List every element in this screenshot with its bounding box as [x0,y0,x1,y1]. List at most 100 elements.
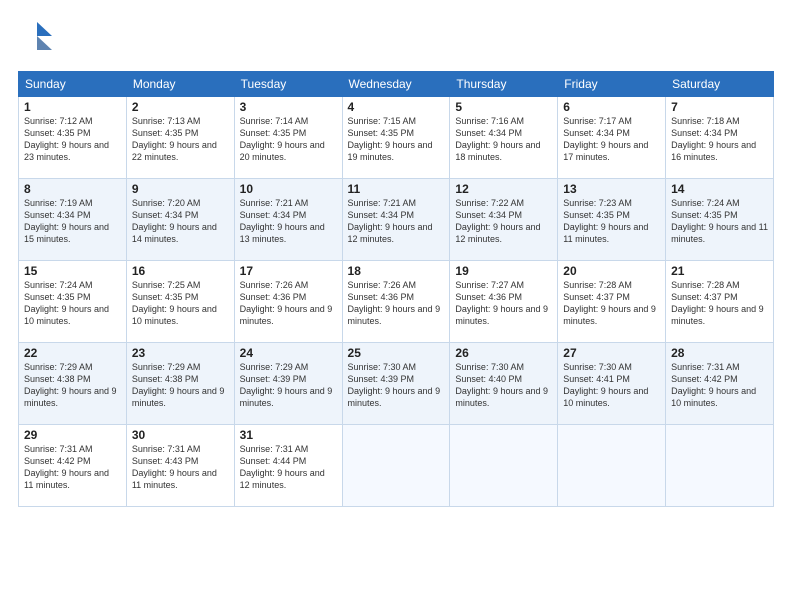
day-info: Sunrise: 7:27 AMSunset: 4:36 PMDaylight:… [455,279,552,328]
calendar-cell: 14Sunrise: 7:24 AMSunset: 4:35 PMDayligh… [666,179,774,261]
header [18,18,774,61]
calendar-week-4: 22Sunrise: 7:29 AMSunset: 4:38 PMDayligh… [19,343,774,425]
calendar-cell: 15Sunrise: 7:24 AMSunset: 4:35 PMDayligh… [19,261,127,343]
calendar-cell: 29Sunrise: 7:31 AMSunset: 4:42 PMDayligh… [19,425,127,507]
day-info: Sunrise: 7:26 AMSunset: 4:36 PMDaylight:… [348,279,445,328]
calendar-cell: 18Sunrise: 7:26 AMSunset: 4:36 PMDayligh… [342,261,450,343]
calendar-week-2: 8Sunrise: 7:19 AMSunset: 4:34 PMDaylight… [19,179,774,261]
calendar-cell: 4Sunrise: 7:15 AMSunset: 4:35 PMDaylight… [342,97,450,179]
logo-icon [18,18,56,56]
calendar-cell: 21Sunrise: 7:28 AMSunset: 4:37 PMDayligh… [666,261,774,343]
day-number: 18 [348,264,445,278]
day-info: Sunrise: 7:21 AMSunset: 4:34 PMDaylight:… [240,197,337,246]
calendar-cell: 8Sunrise: 7:19 AMSunset: 4:34 PMDaylight… [19,179,127,261]
calendar-cell: 27Sunrise: 7:30 AMSunset: 4:41 PMDayligh… [558,343,666,425]
day-number: 29 [24,428,121,442]
calendar-cell [342,425,450,507]
day-number: 17 [240,264,337,278]
day-info: Sunrise: 7:12 AMSunset: 4:35 PMDaylight:… [24,115,121,164]
calendar-header-wednesday: Wednesday [342,72,450,97]
day-info: Sunrise: 7:17 AMSunset: 4:34 PMDaylight:… [563,115,660,164]
day-info: Sunrise: 7:25 AMSunset: 4:35 PMDaylight:… [132,279,229,328]
calendar-cell: 20Sunrise: 7:28 AMSunset: 4:37 PMDayligh… [558,261,666,343]
day-info: Sunrise: 7:31 AMSunset: 4:42 PMDaylight:… [24,443,121,492]
day-number: 8 [24,182,121,196]
day-number: 15 [24,264,121,278]
day-info: Sunrise: 7:28 AMSunset: 4:37 PMDaylight:… [671,279,768,328]
calendar-header-monday: Monday [126,72,234,97]
day-info: Sunrise: 7:13 AMSunset: 4:35 PMDaylight:… [132,115,229,164]
day-number: 19 [455,264,552,278]
logo [18,18,60,61]
calendar-cell: 3Sunrise: 7:14 AMSunset: 4:35 PMDaylight… [234,97,342,179]
day-number: 16 [132,264,229,278]
day-number: 27 [563,346,660,360]
calendar-cell [558,425,666,507]
day-number: 13 [563,182,660,196]
day-info: Sunrise: 7:16 AMSunset: 4:34 PMDaylight:… [455,115,552,164]
calendar-cell: 12Sunrise: 7:22 AMSunset: 4:34 PMDayligh… [450,179,558,261]
day-number: 31 [240,428,337,442]
calendar-cell: 31Sunrise: 7:31 AMSunset: 4:44 PMDayligh… [234,425,342,507]
calendar-cell: 28Sunrise: 7:31 AMSunset: 4:42 PMDayligh… [666,343,774,425]
day-info: Sunrise: 7:18 AMSunset: 4:34 PMDaylight:… [671,115,768,164]
calendar-header-row: SundayMondayTuesdayWednesdayThursdayFrid… [19,72,774,97]
calendar-cell: 16Sunrise: 7:25 AMSunset: 4:35 PMDayligh… [126,261,234,343]
calendar-week-1: 1Sunrise: 7:12 AMSunset: 4:35 PMDaylight… [19,97,774,179]
day-info: Sunrise: 7:15 AMSunset: 4:35 PMDaylight:… [348,115,445,164]
calendar-cell: 6Sunrise: 7:17 AMSunset: 4:34 PMDaylight… [558,97,666,179]
day-info: Sunrise: 7:28 AMSunset: 4:37 PMDaylight:… [563,279,660,328]
day-info: Sunrise: 7:30 AMSunset: 4:40 PMDaylight:… [455,361,552,410]
day-number: 14 [671,182,768,196]
day-info: Sunrise: 7:22 AMSunset: 4:34 PMDaylight:… [455,197,552,246]
calendar-cell: 11Sunrise: 7:21 AMSunset: 4:34 PMDayligh… [342,179,450,261]
day-number: 12 [455,182,552,196]
calendar-header-saturday: Saturday [666,72,774,97]
calendar-cell: 1Sunrise: 7:12 AMSunset: 4:35 PMDaylight… [19,97,127,179]
calendar-cell: 19Sunrise: 7:27 AMSunset: 4:36 PMDayligh… [450,261,558,343]
day-number: 5 [455,100,552,114]
day-number: 28 [671,346,768,360]
day-number: 9 [132,182,229,196]
calendar-header-sunday: Sunday [19,72,127,97]
calendar-header-friday: Friday [558,72,666,97]
day-info: Sunrise: 7:14 AMSunset: 4:35 PMDaylight:… [240,115,337,164]
calendar-cell: 10Sunrise: 7:21 AMSunset: 4:34 PMDayligh… [234,179,342,261]
day-info: Sunrise: 7:29 AMSunset: 4:38 PMDaylight:… [132,361,229,410]
day-info: Sunrise: 7:31 AMSunset: 4:43 PMDaylight:… [132,443,229,492]
calendar-header-tuesday: Tuesday [234,72,342,97]
day-number: 30 [132,428,229,442]
calendar-cell: 2Sunrise: 7:13 AMSunset: 4:35 PMDaylight… [126,97,234,179]
day-info: Sunrise: 7:30 AMSunset: 4:39 PMDaylight:… [348,361,445,410]
day-info: Sunrise: 7:26 AMSunset: 4:36 PMDaylight:… [240,279,337,328]
day-info: Sunrise: 7:29 AMSunset: 4:38 PMDaylight:… [24,361,121,410]
day-info: Sunrise: 7:21 AMSunset: 4:34 PMDaylight:… [348,197,445,246]
day-number: 21 [671,264,768,278]
day-number: 2 [132,100,229,114]
day-info: Sunrise: 7:23 AMSunset: 4:35 PMDaylight:… [563,197,660,246]
day-number: 6 [563,100,660,114]
day-number: 7 [671,100,768,114]
calendar-week-3: 15Sunrise: 7:24 AMSunset: 4:35 PMDayligh… [19,261,774,343]
calendar-cell: 30Sunrise: 7:31 AMSunset: 4:43 PMDayligh… [126,425,234,507]
day-number: 23 [132,346,229,360]
day-info: Sunrise: 7:24 AMSunset: 4:35 PMDaylight:… [671,197,768,246]
calendar-header-thursday: Thursday [450,72,558,97]
calendar-cell: 17Sunrise: 7:26 AMSunset: 4:36 PMDayligh… [234,261,342,343]
day-number: 24 [240,346,337,360]
calendar-cell: 7Sunrise: 7:18 AMSunset: 4:34 PMDaylight… [666,97,774,179]
day-number: 3 [240,100,337,114]
calendar-cell: 24Sunrise: 7:29 AMSunset: 4:39 PMDayligh… [234,343,342,425]
day-number: 22 [24,346,121,360]
calendar-cell: 22Sunrise: 7:29 AMSunset: 4:38 PMDayligh… [19,343,127,425]
day-number: 4 [348,100,445,114]
calendar-cell: 23Sunrise: 7:29 AMSunset: 4:38 PMDayligh… [126,343,234,425]
calendar-week-5: 29Sunrise: 7:31 AMSunset: 4:42 PMDayligh… [19,425,774,507]
day-info: Sunrise: 7:20 AMSunset: 4:34 PMDaylight:… [132,197,229,246]
day-info: Sunrise: 7:19 AMSunset: 4:34 PMDaylight:… [24,197,121,246]
calendar-cell [666,425,774,507]
page: SundayMondayTuesdayWednesdayThursdayFrid… [0,0,792,612]
calendar-cell [450,425,558,507]
day-info: Sunrise: 7:31 AMSunset: 4:44 PMDaylight:… [240,443,337,492]
calendar-cell: 13Sunrise: 7:23 AMSunset: 4:35 PMDayligh… [558,179,666,261]
